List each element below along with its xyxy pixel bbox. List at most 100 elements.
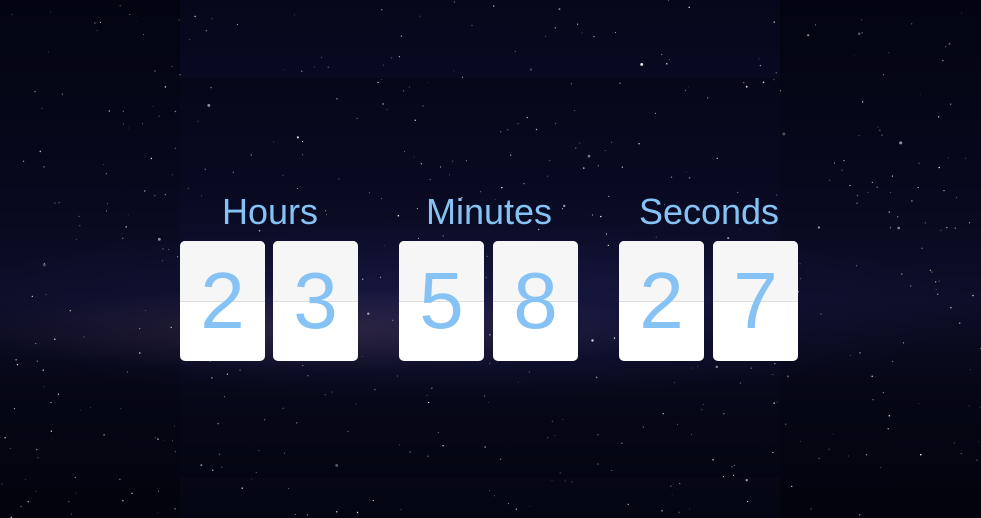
star — [174, 147, 176, 149]
star — [453, 70, 455, 72]
star — [856, 194, 859, 197]
minutes-tens-digit: 5 — [419, 256, 464, 345]
star — [667, 0, 669, 1]
star — [220, 466, 223, 468]
star — [493, 5, 495, 7]
star — [911, 23, 913, 25]
star — [968, 222, 971, 224]
star — [702, 403, 704, 406]
minutes-tens-card: 5 — [399, 241, 484, 361]
star — [587, 154, 591, 158]
star — [860, 19, 863, 21]
star — [120, 407, 122, 409]
star — [773, 402, 775, 404]
star — [611, 469, 613, 471]
star — [313, 66, 315, 68]
star — [871, 181, 873, 183]
star — [141, 123, 144, 125]
star — [921, 247, 923, 249]
star — [779, 90, 782, 92]
star — [356, 511, 359, 514]
star — [799, 440, 801, 443]
star — [733, 465, 735, 466]
star — [355, 403, 357, 405]
star — [936, 293, 939, 295]
star — [284, 69, 285, 71]
star — [712, 459, 714, 461]
star — [327, 66, 329, 68]
star — [888, 211, 890, 213]
star — [849, 184, 851, 187]
star — [529, 68, 533, 71]
star — [871, 375, 873, 377]
star — [484, 395, 486, 397]
star — [859, 514, 861, 516]
star — [144, 190, 146, 192]
star — [413, 156, 415, 158]
star — [427, 82, 429, 83]
star — [194, 15, 196, 18]
star — [296, 136, 300, 139]
star — [848, 455, 850, 457]
star — [145, 309, 146, 311]
star — [731, 466, 733, 468]
star — [507, 503, 509, 505]
star — [54, 338, 56, 340]
star — [58, 202, 60, 204]
star — [251, 478, 253, 480]
star — [810, 508, 812, 510]
star — [211, 18, 213, 20]
star — [627, 503, 629, 506]
star — [174, 425, 175, 427]
star — [688, 6, 690, 9]
star — [217, 422, 219, 425]
star — [50, 402, 52, 404]
star — [218, 453, 220, 455]
star — [577, 23, 579, 25]
star — [574, 109, 576, 112]
star — [43, 166, 45, 168]
star — [841, 169, 843, 171]
star — [381, 9, 383, 11]
star — [499, 458, 502, 461]
star — [45, 293, 47, 296]
star — [105, 172, 108, 175]
star — [143, 34, 145, 36]
star — [126, 371, 129, 373]
star — [50, 438, 52, 440]
star — [772, 451, 774, 454]
star — [517, 123, 519, 125]
star — [205, 29, 208, 32]
star — [372, 499, 374, 502]
star — [919, 94, 921, 96]
star — [545, 35, 547, 37]
star — [938, 280, 940, 282]
star — [621, 442, 623, 444]
star — [940, 229, 942, 232]
star — [122, 123, 124, 125]
star — [547, 437, 549, 439]
star — [122, 499, 124, 502]
star — [859, 352, 861, 354]
star — [296, 187, 298, 190]
star — [707, 97, 709, 99]
star — [96, 29, 98, 31]
star — [103, 164, 105, 165]
star — [273, 141, 275, 143]
star — [762, 85, 764, 87]
star — [154, 70, 156, 72]
star — [746, 500, 749, 503]
star — [514, 50, 516, 53]
star — [200, 464, 203, 467]
star — [889, 227, 891, 229]
star — [692, 367, 694, 369]
star — [493, 495, 495, 497]
star — [515, 508, 517, 510]
star — [937, 116, 940, 118]
star — [356, 117, 358, 119]
star — [377, 81, 379, 84]
star — [420, 163, 422, 165]
star — [723, 412, 725, 415]
star — [961, 12, 963, 14]
star — [548, 159, 551, 162]
